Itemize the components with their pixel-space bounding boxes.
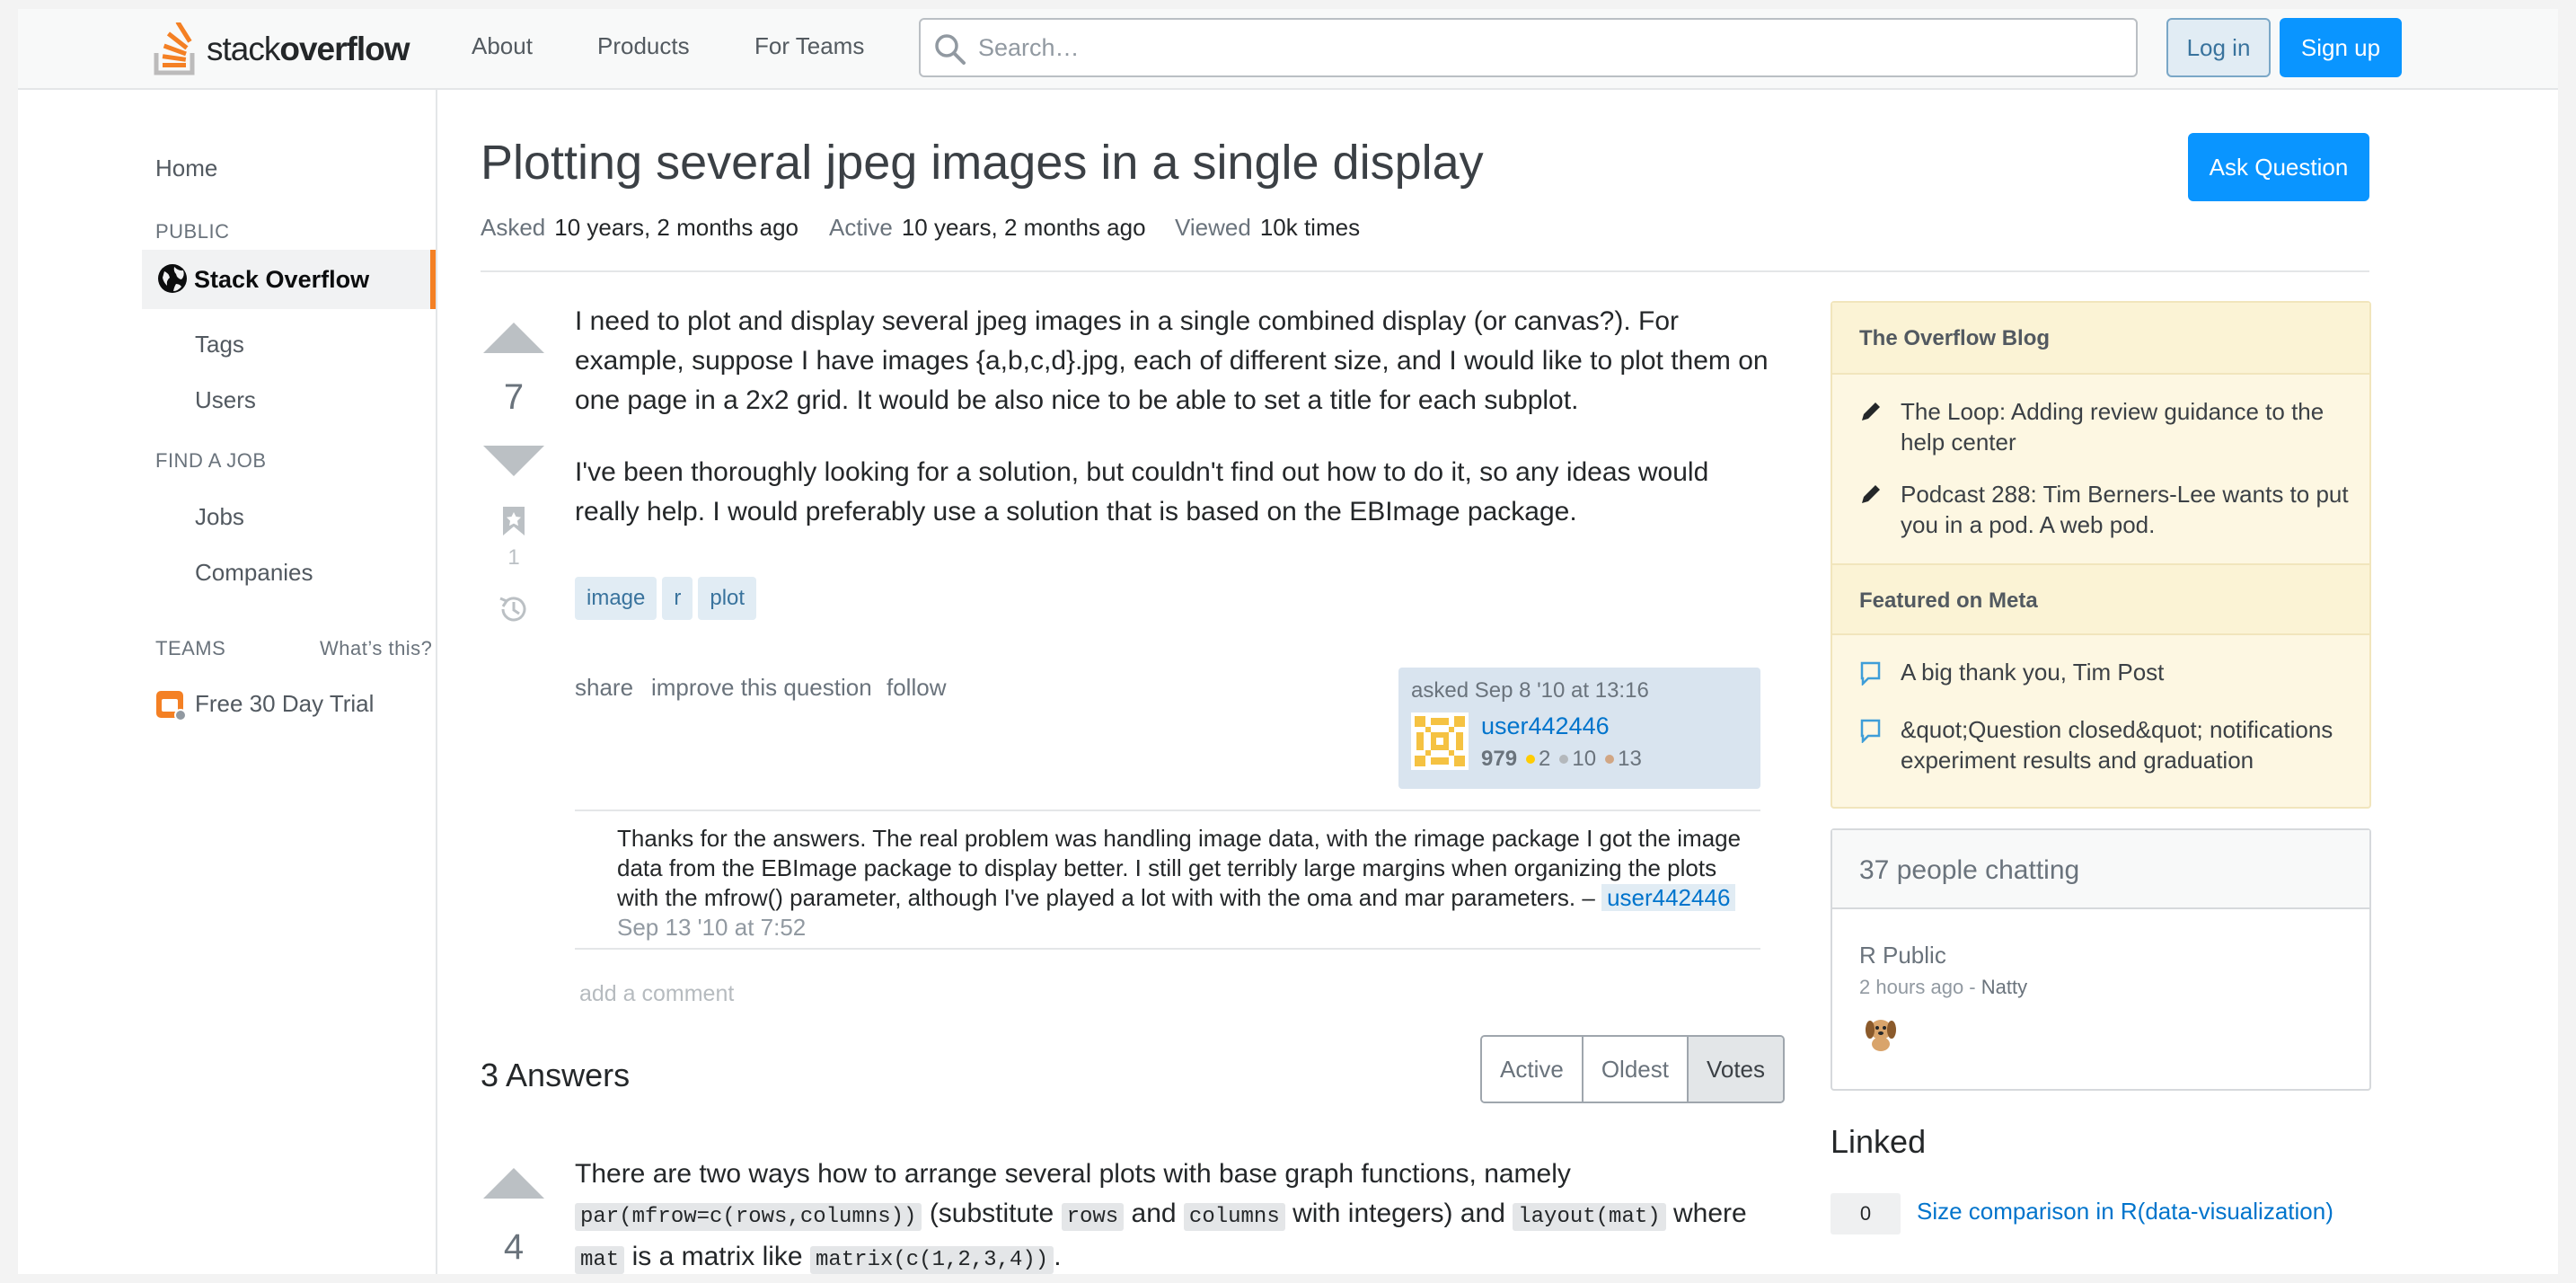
- logo-text: stackoverflow: [207, 31, 410, 67]
- page: stackoverflow About Products For Teams L…: [18, 9, 2558, 1274]
- question-title[interactable]: Plotting several jpeg images in a single…: [481, 135, 1484, 190]
- answer-body: There are two ways how to arrange severa…: [575, 1159, 1747, 1274]
- stack-logo-icon: [154, 22, 195, 75]
- question-body-p1: I need to plot and display several jpeg …: [575, 306, 1769, 415]
- whats-this-link[interactable]: What’s this?: [320, 637, 432, 660]
- bookmark-icon[interactable]: [501, 505, 526, 537]
- comment-user[interactable]: user442446: [1601, 884, 1736, 911]
- sidebar-item-tags[interactable]: Tags: [195, 331, 244, 358]
- tag-list: image r plot: [575, 577, 762, 620]
- sidebar-heading-teams: TEAMS: [155, 637, 226, 659]
- linked-question-link[interactable]: Size comparison in R(data-visualization): [1917, 1198, 2333, 1225]
- top-bar: stackoverflow About Products For Teams L…: [18, 9, 2558, 90]
- downvote-button[interactable]: [483, 446, 544, 476]
- question-score: 7: [503, 377, 525, 417]
- tab-votes[interactable]: Votes: [1688, 1037, 1784, 1102]
- speech-bubble-icon: [1860, 661, 1881, 686]
- pencil-icon: [1862, 485, 1880, 503]
- meta-asked: Asked 10 years, 2 months ago: [481, 214, 798, 241]
- comment-time[interactable]: Sep 13 '10 at 7:52: [617, 914, 806, 941]
- chat-room-link[interactable]: R Public: [1859, 942, 1946, 969]
- ask-question-button[interactable]: Ask Question: [2188, 133, 2369, 201]
- answer-sort-tabs: Active Oldest Votes: [1480, 1035, 1786, 1103]
- follow-link[interactable]: follow: [887, 674, 946, 702]
- search-icon: [935, 34, 966, 65]
- sidebar-item-free-trial[interactable]: Free 30 Day Trial: [195, 690, 374, 718]
- history-icon[interactable]: [498, 593, 530, 625]
- meta-viewed: Viewed 10k times: [1175, 214, 1361, 241]
- share-link[interactable]: share: [575, 674, 633, 702]
- chat-activity: 2 hours ago - Natty: [1859, 976, 2028, 998]
- logo[interactable]: stackoverflow: [153, 20, 410, 79]
- speech-bubble-icon: [1860, 719, 1881, 743]
- sidebar-item-jobs[interactable]: Jobs: [195, 503, 244, 531]
- nav-products[interactable]: Products: [597, 32, 690, 60]
- avatar[interactable]: [1411, 712, 1469, 770]
- sidebar-item-companies[interactable]: Companies: [195, 559, 313, 587]
- divider: [575, 948, 1760, 950]
- tag-r[interactable]: r: [662, 577, 693, 620]
- improve-question-link[interactable]: improve this question: [651, 674, 872, 702]
- tag-image[interactable]: image: [575, 577, 657, 620]
- divider: [481, 270, 2369, 272]
- owner-name[interactable]: user442446: [1481, 712, 1610, 740]
- answer-upvote-button[interactable]: [483, 1168, 544, 1199]
- linked-heading: Linked: [1831, 1123, 1927, 1160]
- sidebar-item-users[interactable]: Users: [195, 386, 256, 414]
- pencil-icon: [1862, 403, 1880, 420]
- blog-heading: The Overflow Blog: [1832, 303, 2369, 375]
- sidebar-item-stack-overflow[interactable]: Stack Overflow: [142, 250, 436, 309]
- owner-reputation: 979 2 10 13: [1481, 747, 1642, 771]
- chat-widget: 37 people chatting R Public 2 hours ago …: [1831, 828, 2371, 1091]
- answer-score: 4: [503, 1227, 525, 1267]
- chat-heading[interactable]: 37 people chatting: [1832, 830, 2369, 909]
- question-body-p2: I've been thoroughly looking for a solut…: [575, 457, 1709, 526]
- answers-heading: 3 Answers: [481, 1057, 631, 1093]
- tab-active[interactable]: Active: [1482, 1037, 1584, 1102]
- upvote-button[interactable]: [483, 323, 544, 353]
- teams-briefcase-icon: [156, 691, 186, 721]
- left-sidebar: Home PUBLIC Stack Overflow Tags Users FI…: [18, 90, 437, 1274]
- sidebar-item-home[interactable]: Home: [155, 155, 217, 182]
- sidebar-heading-public: PUBLIC: [155, 220, 230, 243]
- sidebar-heading-job: FIND A JOB: [155, 449, 267, 472]
- sidebar-item-label: Stack Overflow: [194, 266, 370, 293]
- linked-score-badge: 0: [1831, 1193, 1901, 1234]
- user-avatar-dog-icon[interactable]: [1859, 1010, 1902, 1053]
- tag-plot[interactable]: plot: [698, 577, 757, 620]
- overflow-blog-widget: The Overflow Blog The Loop: Adding revie…: [1831, 301, 2371, 809]
- bookmark-count: 1: [507, 545, 520, 570]
- globe-icon: [158, 264, 187, 293]
- divider: [575, 810, 1760, 811]
- login-button[interactable]: Log in: [2166, 18, 2271, 77]
- asked-time: asked Sep 8 '10 at 13:16: [1411, 678, 1649, 703]
- add-comment-link[interactable]: add a comment: [579, 981, 734, 1007]
- comment: Thanks for the answers. The real problem…: [617, 824, 1762, 942]
- nav-for-teams[interactable]: For Teams: [754, 32, 864, 60]
- meta-heading: Featured on Meta: [1832, 563, 2369, 635]
- tab-oldest[interactable]: Oldest: [1583, 1037, 1689, 1102]
- search-box: [919, 18, 2138, 77]
- meta-active: Active 10 years, 2 months ago: [829, 214, 1146, 241]
- signup-button[interactable]: Sign up: [2280, 18, 2402, 77]
- owner-card: asked Sep 8 '10 at 13:16 user442446 979 2…: [1398, 668, 1760, 789]
- nav-about[interactable]: About: [472, 32, 533, 60]
- search-input[interactable]: [978, 29, 2101, 66]
- comment-text: Thanks for the answers. The real problem…: [617, 825, 1742, 911]
